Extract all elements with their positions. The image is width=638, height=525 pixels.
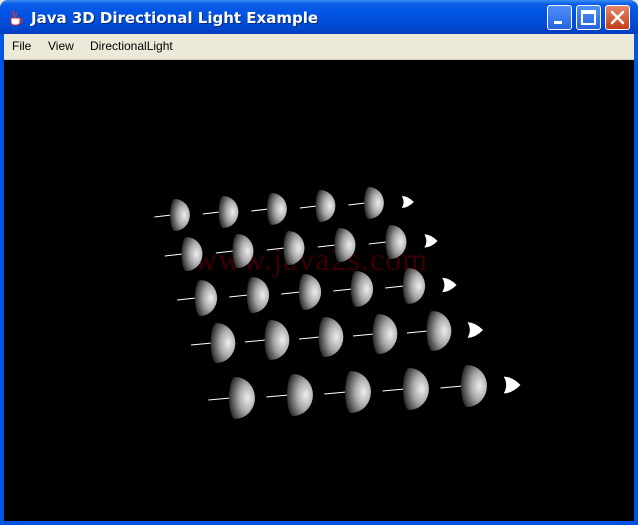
close-icon [610, 10, 625, 25]
lit-hemisphere [352, 314, 398, 354]
directional-light-arrow [424, 234, 438, 248]
lit-hemisphere [333, 271, 374, 307]
lit-hemisphere [266, 374, 313, 416]
lit-hemisphere [406, 311, 452, 351]
lit-hemisphere [202, 196, 239, 228]
menu-directional-light[interactable]: DirectionalLight [90, 39, 173, 53]
close-button[interactable] [605, 5, 630, 30]
lit-hemisphere [177, 280, 218, 316]
maximize-button[interactable] [576, 5, 601, 30]
lit-hemisphere [298, 317, 344, 357]
lit-hemisphere [229, 277, 270, 313]
lit-hemisphere [154, 199, 190, 231]
directional-light-arrow [503, 376, 521, 394]
title-bar[interactable]: Java 3D Directional Light Example [0, 0, 638, 34]
lit-hemisphere [382, 368, 429, 410]
lit-hemisphere [190, 323, 236, 363]
menu-bar: File View DirectionalLight [4, 34, 634, 60]
lit-hemisphere [244, 320, 290, 360]
lit-hemisphere [208, 377, 255, 419]
lit-hemisphere [215, 234, 254, 268]
lit-hemisphere [317, 228, 356, 262]
lit-hemisphere [266, 231, 305, 265]
menu-file[interactable]: File [12, 39, 31, 53]
lit-hemisphere [324, 371, 371, 413]
lit-hemisphere [368, 225, 407, 259]
lit-hemisphere [385, 268, 426, 304]
scene-graphic [154, 187, 521, 419]
maximize-icon [581, 10, 596, 25]
application-window: Java 3D Directional Light Example File V… [0, 0, 638, 525]
window-title: Java 3D Directional Light Example [31, 9, 319, 27]
3d-canvas[interactable]: www.java2s.com [4, 60, 634, 521]
minimize-icon [554, 21, 562, 24]
lit-hemisphere [281, 274, 322, 310]
lit-hemisphere [299, 190, 336, 222]
lit-hemisphere [348, 187, 384, 219]
minimize-button[interactable] [547, 5, 572, 30]
directional-light-arrow [442, 277, 457, 293]
java-coffee-cup-icon[interactable] [7, 9, 25, 27]
directional-light-arrow [401, 196, 414, 208]
lit-hemisphere [440, 365, 487, 407]
client-area: File View DirectionalLight www.java2s.co… [4, 34, 634, 521]
lit-hemisphere [164, 237, 203, 271]
directional-light-arrow [467, 322, 484, 338]
menu-view[interactable]: View [48, 39, 74, 53]
lit-hemisphere [251, 193, 287, 225]
